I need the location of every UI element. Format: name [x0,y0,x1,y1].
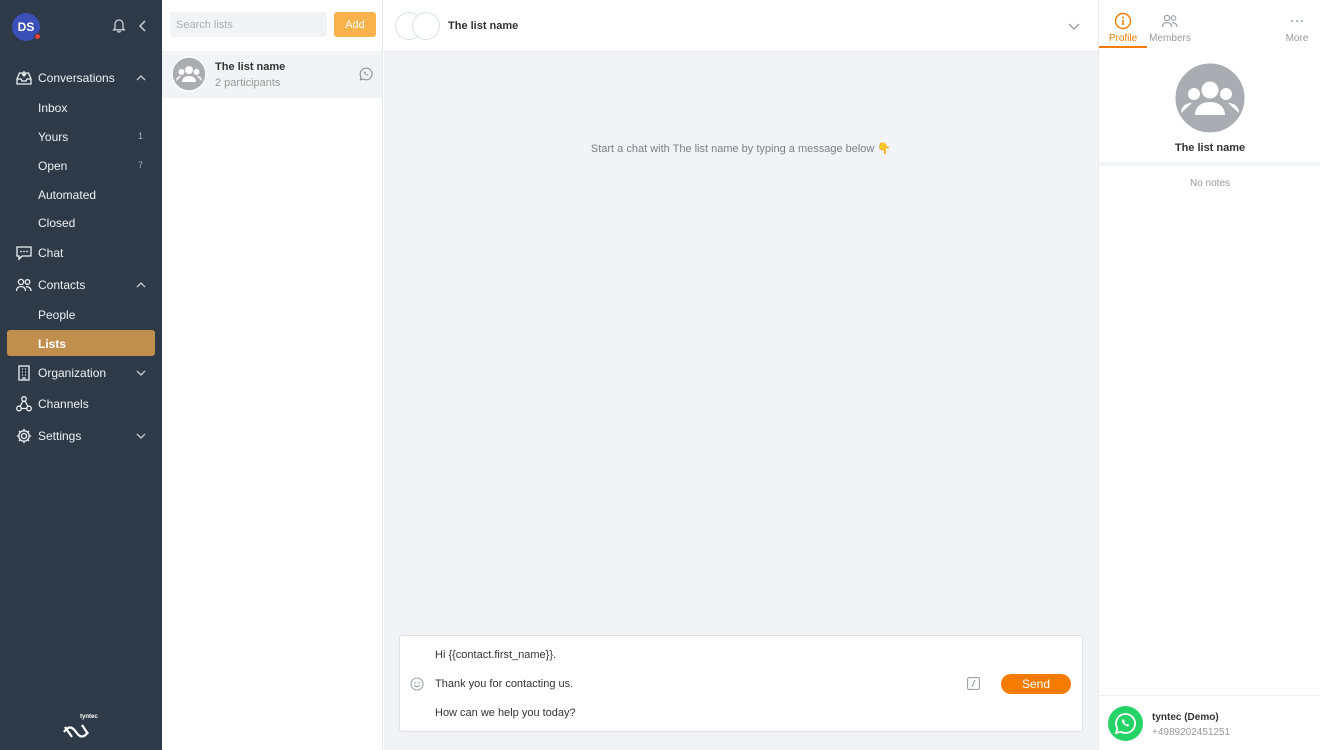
chat-area: The list name Start a chat with The list… [384,0,1098,750]
composer-line[interactable]: Hi {{contact.first_name}}. [435,649,556,661]
sidebar-section-label: Organization [38,366,107,380]
chevron-down-icon[interactable] [136,368,146,378]
chevron-down-icon[interactable] [1068,21,1080,31]
tab-label: More [1285,33,1309,44]
template-slash-icon[interactable] [967,677,980,690]
tab-profile[interactable]: Profile [1099,12,1147,44]
sidebar-section-label: Channels [38,397,89,411]
message-composer[interactable]: Hi {{contact.first_name}}. Thank you for… [399,635,1083,732]
whatsapp-icon [1108,706,1143,741]
sidebar-item-count: 7 [138,160,144,170]
sidebar-item-label: People [38,308,76,322]
status-dot [34,33,41,40]
tab-members[interactable]: Members [1146,12,1194,44]
chevron-up-icon[interactable] [136,73,146,83]
chat-bubble-icon [16,246,32,261]
empty-chat-message: Start a chat with The list name by typin… [590,143,892,155]
sidebar-section-conversations[interactable]: Conversations [0,65,162,91]
chevron-up-icon[interactable] [136,280,146,290]
users-icon [1161,14,1178,28]
sidebar-section-label: Conversations [38,71,115,85]
lists-panel: Add The list name 2 participants [162,0,383,750]
group-avatar-icon [171,56,207,92]
notes-empty-text: No notes [1189,178,1231,189]
details-name: The list name [1174,142,1246,154]
sidebar-item-automated[interactable]: Automated [0,181,162,207]
sidebar-section-label: Contacts [38,278,86,292]
sidebar-item-open[interactable]: Open 7 [0,152,162,178]
divider [1099,162,1320,166]
composer-line[interactable]: Thank you for contacting us. [435,678,573,690]
sidebar-section-chat[interactable]: Chat [0,240,162,266]
channels-icon [16,396,32,412]
user-initials: DS [17,20,35,34]
active-tab-indicator [1099,46,1147,48]
sidebar-item-count: 1 [138,131,144,141]
tab-label: Members [1149,33,1191,44]
chat-header: The list name [384,0,1098,52]
group-avatar-icon [1173,61,1247,135]
sidebar-item-inbox[interactable]: Inbox [0,94,162,120]
add-list-button[interactable]: Add [334,12,376,37]
sidebar-item-people[interactable]: People [0,301,162,327]
users-icon [15,278,32,292]
sidebar-section-label: Chat [38,246,64,260]
chevron-down-icon[interactable] [136,431,146,441]
participant-avatar [412,12,440,40]
chevron-left-icon[interactable] [136,18,150,34]
sidebar-item-label: Open [38,159,68,173]
chat-title: The list name [448,20,519,32]
sidebar-section-settings[interactable]: Settings [0,423,162,449]
bell-icon[interactable] [111,18,127,34]
list-item-subtitle: 2 participants [215,77,281,89]
sidebar-section-organization[interactable]: Organization [0,360,162,386]
details-panel: Profile Members More The list name No no… [1098,0,1320,750]
sidebar-item-label: Yours [38,130,69,144]
brand-logo: tyntec [62,714,98,742]
composer-line[interactable]: How can we help you today? [435,707,576,719]
emoji-icon[interactable] [410,677,424,691]
sidebar-header: DS [0,0,162,54]
list-item[interactable]: The list name 2 participants [162,51,382,98]
channel-name: tyntec (Demo) [1152,712,1219,723]
send-button[interactable]: Send [1001,674,1071,694]
channel-card[interactable]: tyntec (Demo) +4989202451251 [1099,695,1320,750]
tab-more[interactable]: More [1273,12,1320,44]
sidebar-item-closed[interactable]: Closed [0,209,162,235]
user-avatar[interactable]: DS [12,13,41,41]
gear-icon [16,428,32,444]
channel-number: +4989202451251 [1152,727,1231,738]
building-icon [18,365,30,381]
whatsapp-icon [359,67,373,81]
brand-name: tyntec [80,714,98,720]
sidebar-item-yours[interactable]: Yours 1 [0,123,162,149]
sidebar-section-label: Settings [38,429,82,443]
more-dots-icon [1291,20,1303,22]
sidebar-section-channels[interactable]: Channels [0,391,162,417]
list-item-title: The list name [215,61,286,73]
tab-label: Profile [1108,33,1138,44]
sidebar: DS Conversations Inbox Yours 1 Open 7 Au… [0,0,162,750]
sidebar-section-contacts[interactable]: Contacts [0,272,162,298]
sidebar-item-label: Closed [38,216,76,230]
sidebar-item-label: Inbox [38,101,68,115]
sidebar-item-lists[interactable]: Lists [7,330,155,356]
search-lists-input[interactable] [170,12,327,37]
sidebar-item-label: Lists [38,337,67,351]
sidebar-item-label: Automated [38,188,97,202]
inbox-icon [16,71,32,85]
info-icon [1114,12,1132,30]
